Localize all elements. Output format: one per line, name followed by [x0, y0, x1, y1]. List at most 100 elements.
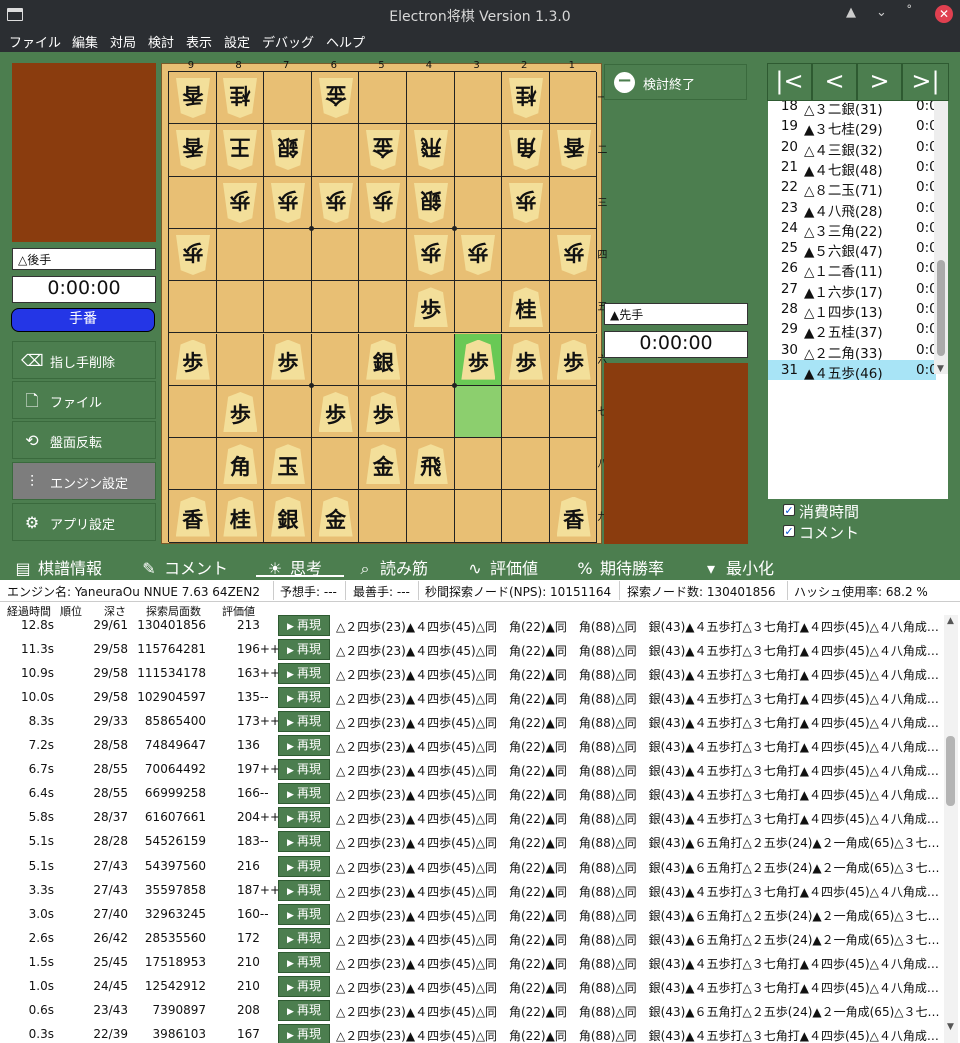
gote-piece[interactable]: 飛: [414, 130, 448, 170]
board-square[interactable]: [216, 228, 265, 282]
tab-minimize[interactable]: ▾ 最小化: [702, 555, 774, 578]
sente-piece[interactable]: 歩: [223, 391, 258, 432]
record-row[interactable]: 26 △１二香(11) 0:0: [768, 258, 938, 280]
gote-piece-stand[interactable]: [12, 63, 156, 242]
board-square[interactable]: [454, 176, 503, 229]
sente-piece[interactable]: 歩: [318, 391, 353, 432]
gote-piece[interactable]: 歩: [509, 183, 543, 223]
replay-button[interactable]: ▶ 再現: [278, 999, 330, 1021]
board-square[interactable]: [311, 438, 360, 491]
sente-piece[interactable]: 金: [366, 444, 401, 485]
board-square[interactable]: [359, 281, 407, 334]
close-icon[interactable]: ✕: [935, 5, 953, 23]
keep-above-icon[interactable]: ▲: [846, 5, 856, 20]
board-square[interactable]: [502, 490, 550, 543]
tab-comment[interactable]: ✎ コメント: [140, 555, 228, 578]
replay-button[interactable]: ▶ 再現: [278, 975, 330, 997]
board-square[interactable]: [549, 72, 598, 125]
sente-piece-stand[interactable]: [604, 363, 748, 544]
board-square[interactable]: [359, 490, 407, 543]
replay-button[interactable]: ▶ 再現: [278, 879, 330, 901]
record-row[interactable]: 22 △８二玉(71) 0:0: [768, 177, 938, 199]
sente-piece[interactable]: 歩: [271, 339, 305, 380]
record-row[interactable]: 27 ▲１六歩(17) 0:0: [768, 279, 938, 301]
board-square[interactable]: [549, 385, 598, 439]
record-row[interactable]: 21 ▲４七銀(48) 0:0: [768, 157, 938, 179]
first-move-button[interactable]: |<: [767, 63, 812, 101]
thinking-scrollbar[interactable]: [944, 615, 958, 1043]
board-square[interactable]: [407, 72, 455, 125]
last-move-button[interactable]: >|: [902, 63, 949, 101]
sente-piece[interactable]: 玉: [271, 444, 305, 485]
board-square[interactable]: [359, 228, 407, 282]
tab-game-info[interactable]: ▤ 棋譜情報: [14, 555, 102, 578]
gote-piece[interactable]: 香: [557, 130, 591, 170]
board-square[interactable]: [311, 281, 360, 334]
menu-edit[interactable]: 編集: [72, 32, 98, 51]
record-row[interactable]: 25 ▲５六銀(47) 0:0: [768, 238, 938, 260]
sente-piece[interactable]: 角: [223, 444, 258, 485]
replay-button[interactable]: ▶ 再現: [278, 735, 330, 757]
sente-piece[interactable]: 桂: [509, 287, 543, 328]
tab-evaluation[interactable]: ∿ 評価値: [466, 555, 538, 578]
sente-piece[interactable]: 歩: [366, 391, 401, 432]
thinking-scroll-up-icon[interactable]: ▲: [947, 616, 954, 626]
board-square[interactable]: [407, 490, 455, 543]
gote-piece[interactable]: 香: [176, 130, 210, 170]
record-row[interactable]: 30 △２二角(33) 0:0: [768, 340, 938, 362]
gote-piece[interactable]: 歩: [271, 183, 305, 223]
prev-move-button[interactable]: <: [812, 63, 857, 101]
shogi-board[interactable]: 香桂金桂香王銀金飛角香歩歩歩歩銀歩歩歩歩歩歩桂歩歩銀歩歩歩歩歩歩角玉金飛香桂銀金…: [161, 60, 607, 544]
record-row[interactable]: 23 ▲４八飛(28) 0:0: [768, 198, 938, 220]
board-square[interactable]: [169, 176, 217, 229]
menu-help[interactable]: ヘルプ: [326, 32, 365, 51]
board-square[interactable]: [311, 124, 360, 177]
replay-button[interactable]: ▶ 再現: [278, 759, 330, 781]
board-square[interactable]: [502, 438, 550, 491]
menu-file[interactable]: ファイル: [9, 32, 61, 51]
replay-button[interactable]: ▶ 再現: [278, 807, 330, 829]
board-square[interactable]: [216, 281, 265, 334]
replay-button[interactable]: ▶ 再現: [278, 639, 330, 661]
menu-view[interactable]: 表示: [186, 32, 212, 51]
board-square[interactable]: [169, 281, 217, 334]
board-square[interactable]: [311, 333, 360, 386]
menu-game[interactable]: 対局: [110, 32, 136, 51]
record-scrollbar-thumb[interactable]: [937, 260, 945, 356]
tab-pv[interactable]: ⌕ 読み筋: [356, 555, 429, 578]
board-square[interactable]: [264, 228, 312, 282]
board-square[interactable]: [264, 281, 312, 334]
replay-button[interactable]: ▶ 再現: [278, 855, 330, 877]
flip-board-button[interactable]: ⟲ 盤面反転: [12, 421, 156, 459]
board-square[interactable]: [502, 385, 550, 439]
gote-piece[interactable]: 角: [509, 130, 543, 170]
gote-piece[interactable]: 銀: [271, 130, 305, 170]
gote-piece[interactable]: 金: [319, 78, 353, 118]
next-move-button[interactable]: >: [857, 63, 902, 101]
engine-settings-button[interactable]: ⫶ エンジン設定: [12, 462, 156, 500]
board-square[interactable]: [407, 333, 455, 386]
gote-piece[interactable]: 桂: [223, 78, 257, 118]
tab-win-rate[interactable]: % 期待勝率: [576, 555, 664, 578]
sente-piece[interactable]: 飛: [413, 444, 448, 485]
tab-thinking[interactable]: ☀ 思考: [256, 555, 344, 578]
replay-button[interactable]: ▶ 再現: [278, 927, 330, 949]
gote-piece[interactable]: 歩: [414, 235, 448, 275]
sente-piece[interactable]: 歩: [509, 339, 543, 380]
replay-button[interactable]: ▶ 再現: [278, 711, 330, 733]
minimize-icon[interactable]: ⌄: [876, 5, 887, 20]
thinking-scrollbar-thumb[interactable]: [946, 736, 955, 806]
gote-piece[interactable]: 歩: [176, 235, 210, 275]
sente-piece[interactable]: 歩: [461, 339, 496, 380]
menu-analysis[interactable]: 検討: [148, 32, 174, 51]
board-square[interactable]: [549, 176, 598, 229]
replay-button[interactable]: ▶ 再現: [278, 663, 330, 685]
sente-piece[interactable]: 桂: [223, 496, 258, 537]
record-row[interactable]: 19 ▲３七桂(29) 0:0: [768, 116, 938, 138]
gote-piece[interactable]: 桂: [509, 78, 543, 118]
replay-button[interactable]: ▶ 再現: [278, 831, 330, 853]
board-square[interactable]: [407, 385, 455, 439]
record-row[interactable]: 31 ▲４五歩(46) 0:0: [768, 359, 938, 382]
menu-debug[interactable]: デバッグ: [262, 32, 314, 51]
gote-piece[interactable]: 香: [176, 78, 210, 118]
